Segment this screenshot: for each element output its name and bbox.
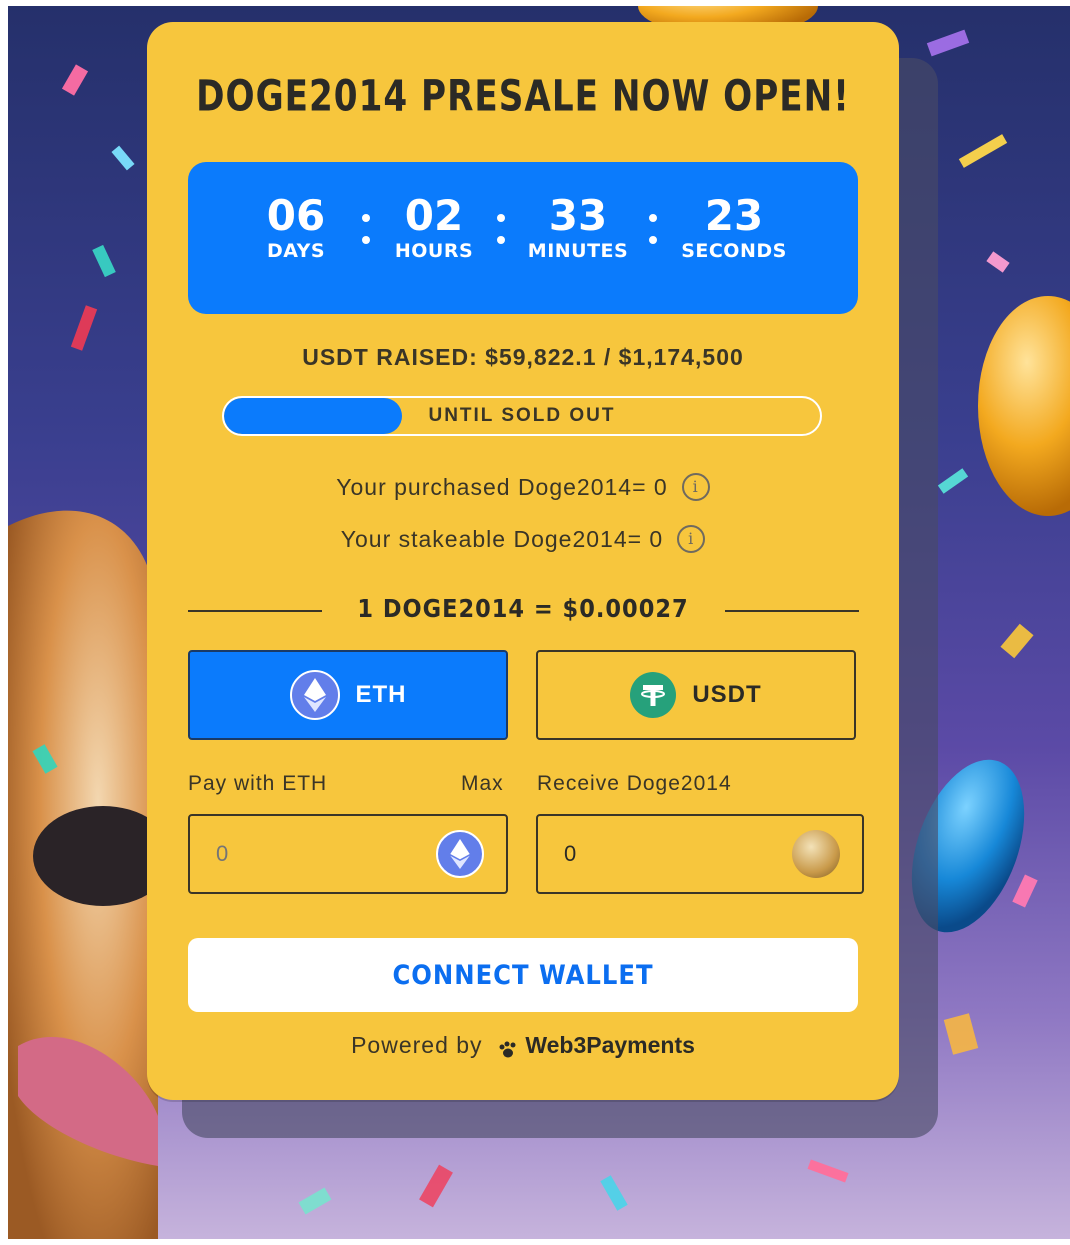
tether-icon (630, 672, 677, 718)
yellow-balloon (978, 296, 1070, 516)
page-title: DOGE2014 PRESALE NOW OPEN! (196, 71, 850, 121)
hours-value: 02 (404, 191, 464, 240)
receive-label: Receive Doge2014 (537, 772, 732, 795)
days-label: DAYS (266, 240, 326, 262)
pay-with-eth-button[interactable]: ETH (188, 650, 508, 740)
seconds-label: SECONDS (681, 240, 787, 262)
countdown-hours: 02 HOURS (384, 191, 484, 263)
purchased-balance: Your purchased Doge2014= 0 i (147, 472, 899, 503)
connect-wallet-button[interactable]: CONNECT WALLET (188, 938, 858, 1012)
seconds-value: 23 (704, 191, 764, 240)
token-price: 1 DOGE2014 = $0.00027 (357, 594, 689, 623)
info-icon[interactable]: i (681, 472, 710, 501)
doge-coin-icon (792, 830, 840, 878)
eth-label: ETH (355, 681, 407, 708)
divider-right (725, 610, 859, 612)
colon-separator (362, 214, 370, 258)
usdt-raised-text: USDT RAISED: $59,822.1 / $1,174,500 (302, 344, 744, 370)
presale-widget: DOGE2014 PRESALE NOW OPEN! 06 DAYS 02 HO… (147, 22, 899, 1100)
pay-with-usdt-button[interactable]: USDT (536, 650, 856, 740)
progress-label: UNTIL SOLD OUT (428, 405, 616, 426)
sale-progress-bar: UNTIL SOLD OUT (222, 396, 822, 436)
stakeable-balance: Your stakeable Doge2014= 0 i (147, 524, 899, 555)
info-icon[interactable]: i (677, 524, 706, 553)
minutes-label: MINUTES (527, 240, 629, 262)
max-button[interactable]: Max (461, 772, 504, 796)
hours-label: HOURS (394, 240, 474, 262)
purchased-text: Your purchased Doge2014= 0 (336, 474, 668, 500)
days-value: 06 (266, 191, 326, 240)
minutes-value: 33 (548, 191, 608, 240)
ethereum-icon (289, 670, 340, 720)
colon-separator (497, 214, 505, 258)
usdt-label: USDT (692, 681, 762, 708)
countdown-minutes: 33 MINUTES (518, 191, 638, 263)
colon-separator (649, 214, 657, 258)
paw-icon (498, 1038, 518, 1058)
pay-amount-input[interactable] (216, 816, 416, 892)
powered-brand[interactable]: Web3Payments (525, 1032, 695, 1058)
powered-by: Powered by Web3Payments (147, 1032, 899, 1059)
ethereum-icon (436, 830, 484, 878)
stakeable-text: Your stakeable Doge2014= 0 (340, 526, 664, 552)
receive-amount-field (536, 814, 864, 894)
pay-amount-field (188, 814, 508, 894)
receive-amount-input[interactable] (564, 816, 764, 892)
countdown-days: 06 DAYS (250, 191, 342, 263)
countdown-seconds: 23 SECONDS (668, 191, 800, 263)
pay-label: Pay with ETH (188, 772, 328, 795)
powered-prefix: Powered by (351, 1032, 483, 1058)
countdown-timer: 06 DAYS 02 HOURS 33 MINUTES 23 SECONDS (188, 162, 858, 314)
